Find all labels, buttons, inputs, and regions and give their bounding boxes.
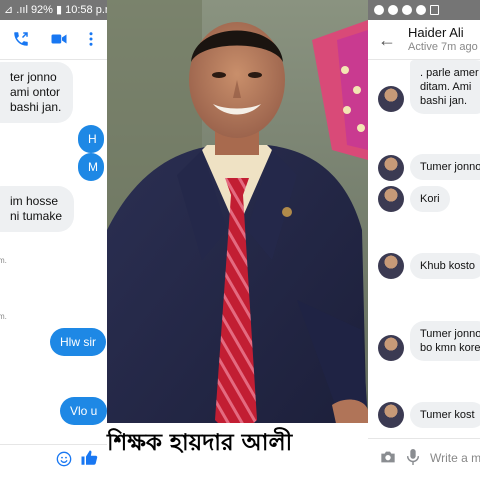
phone-icon[interactable] bbox=[12, 30, 30, 48]
message-text: Hlw sir bbox=[60, 335, 96, 349]
video-call-icon[interactable] bbox=[50, 30, 68, 48]
outgoing-message: Hlw sir bbox=[50, 328, 106, 356]
notification-icon bbox=[402, 5, 412, 15]
message-text: H bbox=[88, 132, 97, 146]
right-chat-panel: ← Haider Ali Active 7m ago . parle amer … bbox=[368, 0, 480, 483]
message-line: bashi jan. bbox=[10, 100, 62, 114]
status-text: ⊿ .ııl 92% ▮ 10:58 p.m bbox=[4, 4, 107, 16]
contact-name: Haider Ali bbox=[408, 25, 464, 40]
incoming-message: Tumer jonno bo kmn kore bbox=[410, 321, 480, 361]
message-line: bo kmn kore bbox=[420, 342, 480, 354]
portrait-illustration bbox=[107, 0, 368, 483]
avatar[interactable] bbox=[378, 86, 404, 112]
screenshot-collage: ⊿ .ııl 92% ▮ 10:58 p.m ter jonno ami ont… bbox=[0, 0, 480, 483]
message-text: Tumer kost bbox=[420, 409, 475, 421]
message-line: Tumer jonno bbox=[420, 328, 480, 340]
message-line: ami ontor bbox=[10, 85, 61, 99]
incoming-message: Tumer jonno bbox=[410, 154, 480, 180]
message-text: Khub kosto bbox=[420, 260, 476, 272]
avatar[interactable] bbox=[378, 335, 404, 361]
like-thumb-icon[interactable] bbox=[80, 449, 98, 467]
active-status: Active 7m ago bbox=[408, 41, 478, 53]
outgoing-message: H bbox=[78, 125, 104, 153]
chat-header-right: ← Haider Ali Active 7m ago bbox=[368, 20, 480, 60]
camera-icon[interactable] bbox=[380, 450, 396, 464]
microphone-icon[interactable] bbox=[406, 449, 420, 465]
message-line: bashi jan. bbox=[420, 95, 468, 107]
message-text: M bbox=[88, 160, 98, 174]
caption-text: শিক্ষক হায়দার আলী bbox=[107, 430, 293, 456]
notification-icon bbox=[374, 5, 384, 15]
message-text: Vlo u bbox=[70, 404, 98, 418]
message-line: im hosse bbox=[10, 194, 59, 208]
status-bar-left: ⊿ .ııl 92% ▮ 10:58 p.m bbox=[0, 0, 107, 20]
avatar[interactable] bbox=[378, 155, 404, 181]
message-text: Kori bbox=[420, 193, 440, 205]
message-input[interactable]: Write a m bbox=[430, 451, 480, 465]
incoming-message: . parle amer ditam. Ami bashi jan. bbox=[410, 60, 480, 114]
message-line: ditam. Ami bbox=[420, 81, 472, 93]
avatar[interactable] bbox=[378, 186, 404, 212]
incoming-message: Tumer kost bbox=[410, 402, 480, 428]
timestamp: m. bbox=[0, 312, 7, 321]
message-line: ter jonno bbox=[10, 70, 57, 84]
chat-header-left bbox=[0, 20, 107, 60]
emoji-icon[interactable] bbox=[56, 451, 72, 467]
composer-right: Write a m bbox=[368, 438, 480, 476]
incoming-message: im hosse ni tumake bbox=[0, 186, 75, 232]
composer-left bbox=[0, 444, 107, 474]
message-line: ni tumake bbox=[10, 209, 63, 223]
left-chat-panel: ⊿ .ııl 92% ▮ 10:58 p.m ter jonno ami ont… bbox=[0, 0, 107, 483]
notification-icon bbox=[416, 5, 426, 15]
incoming-message: Kori bbox=[410, 186, 450, 212]
outgoing-message: M bbox=[78, 153, 104, 181]
notification-icon bbox=[388, 5, 398, 15]
timestamp: m. bbox=[0, 256, 7, 265]
message-text: Tumer jonno bbox=[420, 161, 480, 173]
gallery-icon bbox=[430, 5, 439, 15]
incoming-message: ter jonno ami ontor bashi jan. bbox=[0, 62, 74, 123]
portrait-photo bbox=[107, 0, 368, 483]
incoming-message: Khub kosto bbox=[410, 253, 480, 279]
more-options-icon[interactable] bbox=[82, 30, 100, 48]
message-line: . parle amer bbox=[420, 67, 479, 79]
back-arrow-icon[interactable]: ← bbox=[378, 30, 396, 51]
status-bar-right bbox=[368, 0, 480, 20]
photo-caption: শিক্ষক হায়দার আলী bbox=[107, 423, 368, 483]
avatar[interactable] bbox=[378, 402, 404, 428]
outgoing-message: Vlo u bbox=[60, 397, 107, 425]
avatar[interactable] bbox=[378, 253, 404, 279]
